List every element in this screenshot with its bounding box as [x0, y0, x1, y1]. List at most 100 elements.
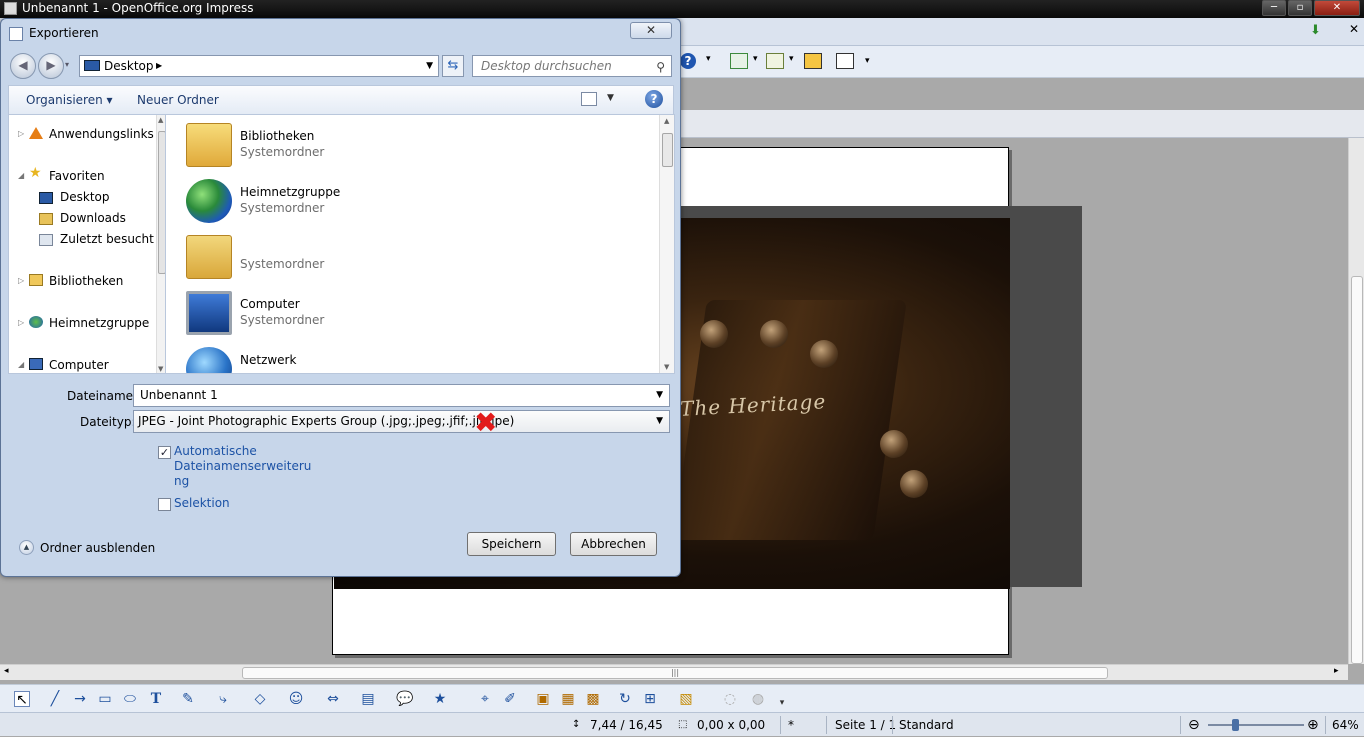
nav-item-computer[interactable]: Computer — [49, 358, 109, 372]
file-item-user-folder[interactable]: Systemordner — [186, 231, 626, 285]
expand-arrow-icon[interactable]: ▷ — [18, 276, 24, 285]
fontwork-icon[interactable]: ▣ — [535, 691, 551, 707]
refresh-button[interactable]: ⇆ — [442, 55, 464, 77]
filetype-select[interactable]: JPEG - Joint Photographic Experts Group … — [133, 410, 670, 433]
slide-show-icon[interactable] — [836, 53, 854, 69]
file-list-pane[interactable]: Bibliotheken Systemordner Heimnetzgruppe… — [165, 114, 675, 374]
scroll-up-icon[interactable]: ▲ — [158, 116, 163, 124]
filename-input[interactable]: Unbenannt 1 ▼ — [133, 384, 670, 407]
file-item-heimnetzgruppe[interactable]: Heimnetzgruppe Systemordner — [186, 175, 626, 229]
forward-button[interactable]: ▶ — [38, 53, 64, 79]
rectangle-icon[interactable]: ▭ — [97, 691, 113, 707]
hide-folders-label[interactable]: Ordner ausblenden — [40, 541, 155, 555]
organize-button[interactable]: Organisieren ▾ — [26, 93, 113, 107]
nav-item-downloads[interactable]: Downloads — [60, 211, 126, 225]
from-file-icon[interactable]: ▦ — [560, 691, 576, 707]
nav-item-bibliotheken[interactable]: Bibliotheken — [49, 274, 123, 288]
new-folder-button[interactable]: Neuer Ordner — [137, 93, 219, 107]
navigation-pane[interactable]: ▷ Anwendungslinks ◢ ★ Favoriten Desktop … — [8, 114, 165, 374]
ellipse-icon[interactable]: ⬭ — [122, 691, 138, 707]
close-document-icon[interactable]: ✕ — [1349, 22, 1359, 36]
text-icon[interactable]: T — [148, 691, 164, 707]
nav-pane-scrollbar[interactable]: ▲ ▼ — [156, 115, 165, 373]
zoom-slider-handle[interactable] — [1232, 719, 1239, 731]
block-arrows-icon[interactable]: ⇔ — [325, 691, 341, 707]
maximize-button[interactable]: ▫ — [1288, 0, 1312, 16]
nav-item-desktop[interactable]: Desktop — [60, 190, 110, 204]
selection-checkbox[interactable] — [158, 498, 171, 511]
rotate-icon[interactable]: ↻ — [617, 691, 633, 707]
horizontal-scrollbar[interactable]: ◂ ||| ▸ — [0, 664, 1348, 680]
symbol-shapes-icon[interactable]: ☺ — [288, 691, 304, 707]
dropdown-arrow-icon[interactable]: ▾ — [753, 54, 758, 64]
file-item-computer[interactable]: Computer Systemordner — [186, 287, 626, 341]
flowchart-icon[interactable]: ▤ — [360, 691, 376, 707]
close-app-button[interactable]: ✕ — [1314, 0, 1360, 16]
scroll-down-icon[interactable]: ▼ — [664, 363, 669, 371]
minimize-button[interactable]: ─ — [1262, 0, 1286, 16]
arrow-line-icon[interactable]: → — [72, 691, 88, 707]
arrange-icon[interactable]: ▧ — [678, 691, 694, 707]
line-icon[interactable]: ╱ — [47, 691, 63, 707]
dialog-close-button[interactable]: ✕ — [630, 22, 672, 39]
zoom-level[interactable]: 64% — [1332, 713, 1359, 737]
address-dropdown-icon[interactable]: ▼ — [426, 56, 433, 76]
scroll-up-icon[interactable]: ▲ — [664, 117, 669, 125]
nav-item-favoriten[interactable]: Favoriten — [49, 169, 105, 183]
nav-item-anwendungslinks[interactable]: Anwendungslinks — [49, 127, 154, 141]
nav-item-zuletzt-besucht[interactable]: Zuletzt besucht — [60, 232, 154, 246]
callouts-icon[interactable]: 💬 — [396, 691, 413, 707]
expand-arrow-icon[interactable]: ▷ — [18, 129, 24, 138]
cancel-button[interactable]: Abbrechen — [570, 532, 657, 556]
display-icon[interactable] — [804, 53, 822, 69]
filename-value[interactable]: Unbenannt 1 — [140, 388, 218, 402]
scroll-right-icon[interactable]: ▸ — [1334, 666, 1339, 676]
scroll-left-icon[interactable]: ◂ — [4, 666, 9, 676]
breadcrumb-arrow-icon[interactable]: ▶ — [156, 56, 162, 76]
help-icon[interactable]: ? — [680, 53, 696, 69]
toolbar-overflow-icon[interactable]: ▾ — [774, 695, 790, 711]
filetype-dropdown-icon[interactable]: ▼ — [656, 411, 663, 432]
collapse-arrow-icon[interactable]: ◢ — [18, 171, 24, 180]
nav-pane-scroll-thumb[interactable] — [158, 131, 165, 274]
slide-layout-icon[interactable] — [766, 53, 784, 69]
scroll-down-icon[interactable]: ▼ — [158, 365, 163, 373]
view-options-icon[interactable] — [581, 92, 597, 106]
view-dropdown-icon[interactable]: ▼ — [607, 93, 614, 103]
points-icon[interactable]: ⌖ — [477, 691, 493, 707]
dialog-help-button[interactable]: ? — [645, 90, 663, 108]
vertical-scrollbar[interactable] — [1348, 138, 1364, 664]
vertical-scroll-thumb[interactable] — [1351, 276, 1363, 664]
insert-table-icon[interactable] — [730, 53, 748, 69]
zoom-out-icon[interactable]: ⊖ — [1188, 713, 1200, 737]
toolbar-overflow-icon[interactable]: ▾ — [706, 54, 711, 64]
file-item-bibliotheken[interactable]: Bibliotheken Systemordner — [186, 119, 626, 173]
zoom-in-icon[interactable]: ⊕ — [1307, 713, 1319, 737]
address-bar[interactable]: Desktop ▶ ▼ — [79, 55, 439, 77]
auto-extension-label[interactable]: Automatische Dateinamenserweiteru ng — [174, 444, 311, 489]
filetype-value[interactable]: JPEG - Joint Photographic Experts Group … — [138, 414, 514, 428]
history-dropdown-icon[interactable]: ▾ — [65, 60, 69, 69]
alignment-icon[interactable]: ⊞ — [642, 691, 658, 707]
connector-icon[interactable]: ⤷ — [215, 691, 231, 707]
3d-effects-icon[interactable]: ◍ — [750, 691, 766, 707]
extrusion-icon[interactable]: ◌ — [722, 691, 738, 707]
file-pane-scrollbar[interactable]: ▲ ▼ — [659, 115, 674, 373]
select-icon[interactable]: ↖ — [14, 691, 30, 708]
nav-item-heimnetzgruppe[interactable]: Heimnetzgruppe — [49, 316, 149, 330]
auto-extension-checkbox[interactable]: ✓ — [158, 446, 171, 459]
toolbar-overflow-icon[interactable]: ▾ — [865, 56, 870, 66]
gallery-icon[interactable]: ▩ — [585, 691, 601, 707]
glue-points-icon[interactable]: ✐ — [502, 691, 518, 707]
zoom-slider-track[interactable] — [1208, 724, 1304, 726]
horizontal-scroll-thumb[interactable]: ||| — [242, 667, 1108, 679]
address-current[interactable]: Desktop — [104, 59, 154, 73]
file-item-netzwerk[interactable]: Netzwerk — [186, 343, 626, 373]
file-pane-scroll-thumb[interactable] — [662, 133, 673, 167]
filename-dropdown-icon[interactable]: ▼ — [656, 385, 663, 406]
update-icon[interactable]: ⬇ — [1310, 23, 1326, 38]
dropdown-arrow-icon[interactable]: ▾ — [789, 54, 794, 64]
stars-icon[interactable]: ★ — [432, 691, 448, 707]
save-button[interactable]: Speichern — [467, 532, 556, 556]
collapse-arrow-icon[interactable]: ◢ — [18, 360, 24, 369]
